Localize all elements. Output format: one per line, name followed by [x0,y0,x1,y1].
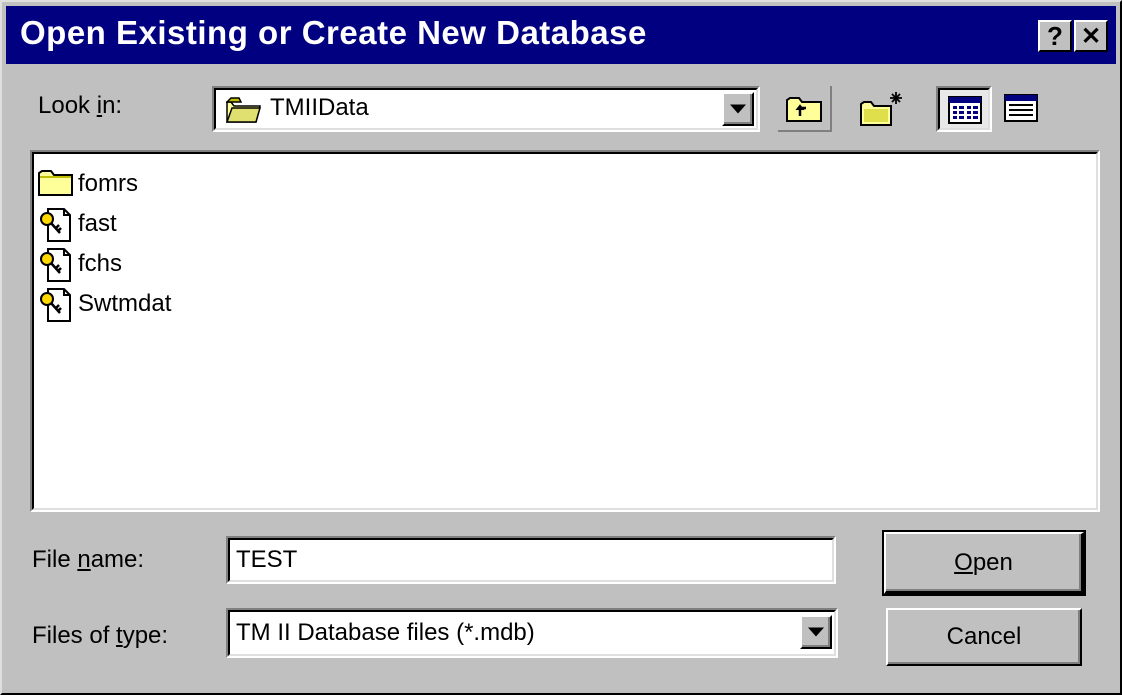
list-item[interactable]: fast [38,204,117,244]
window-title: Open Existing or Create New Database [20,14,647,51]
file-name-input[interactable]: TEST [226,536,836,584]
open-button[interactable]: Open [882,530,1086,596]
help-button[interactable]: ? [1038,20,1072,52]
list-item[interactable]: fomrs [38,164,138,204]
create-new-folder-icon [858,90,904,133]
file-list[interactable]: fomrs fast fchs Swtmdat [30,150,1100,512]
database-file-icon [38,287,74,322]
folder-icon [38,167,74,201]
close-icon: ✕ [1080,22,1102,50]
look-in-dropdown-button[interactable] [722,92,754,126]
open-folder-icon [225,96,262,129]
file-type-label: Files of type: [32,622,169,649]
look-in-label: Look in: [38,92,123,119]
up-one-level-button[interactable] [778,86,832,132]
file-name: Swtmdat [78,290,172,317]
look-in-dropdown[interactable]: TMIIData [212,86,760,132]
database-file-icon [38,207,74,242]
open-database-dialog: Open Existing or Create New Database ? ✕… [0,0,1122,695]
file-name-value: TEST [236,546,298,573]
list-view-icon [948,96,982,129]
title-bar[interactable]: Open Existing or Create New Database ? ✕ [6,6,1116,64]
look-in-value: TMIIData [270,94,369,121]
cancel-button[interactable]: Cancel [886,608,1082,666]
close-button[interactable]: ✕ [1074,20,1108,52]
file-name: fomrs [78,170,138,197]
file-type-dropdown[interactable]: TM II Database files (*.mdb) [226,608,838,658]
file-type-dropdown-button[interactable] [800,615,832,649]
file-name-label: File name: [32,546,145,573]
chevron-down-icon [730,104,746,114]
cancel-button-label: Cancel [946,623,1022,650]
details-view-icon [1004,94,1038,127]
list-view-button[interactable] [936,86,992,132]
up-one-level-icon [784,92,824,129]
list-item[interactable]: Swtmdat [38,284,171,324]
database-file-icon [38,247,74,282]
details-view-button[interactable] [996,86,1048,132]
file-name: fast [78,210,117,237]
file-name: fchs [78,250,123,277]
open-button-label: Open [954,548,1013,576]
chevron-down-icon [808,627,824,637]
list-item[interactable]: fchs [38,244,122,284]
file-type-value: TM II Database files (*.mdb) [236,619,535,646]
create-new-folder-button[interactable] [854,86,908,132]
